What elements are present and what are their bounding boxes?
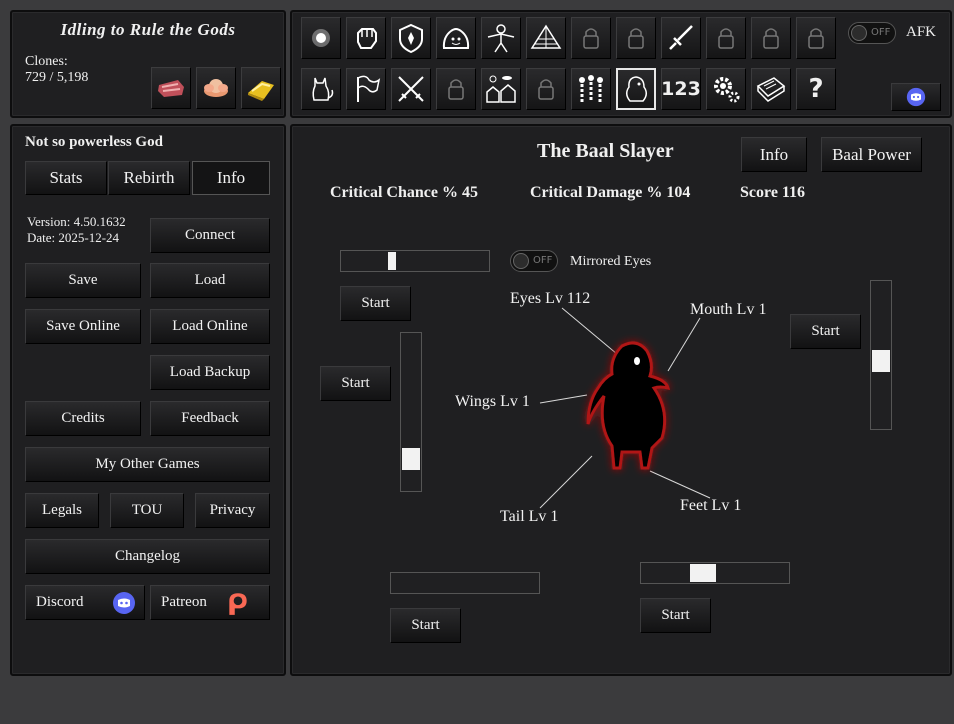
toolbar-sword[interactable] <box>661 17 701 59</box>
changelog-button[interactable]: Changelog <box>25 539 270 574</box>
afk-toggle[interactable]: OFF <box>848 22 896 44</box>
toolbar-light[interactable] <box>301 17 341 59</box>
village-icon <box>486 75 516 103</box>
toolbar-help[interactable]: ? <box>796 68 836 110</box>
load-online-button[interactable]: Load Online <box>150 309 270 344</box>
credits-button[interactable]: Credits <box>25 401 141 436</box>
toolbar-locked-6[interactable] <box>436 68 476 110</box>
toolbar-numbers[interactable]: 123 <box>661 68 701 110</box>
toolbar-locked-4[interactable] <box>751 17 791 59</box>
discord-button[interactable]: Discord <box>25 585 145 620</box>
cat-icon <box>312 77 334 101</box>
gold-item-button[interactable] <box>241 67 281 109</box>
patreon-label: Patreon <box>161 594 207 610</box>
flag-icon <box>357 75 381 102</box>
toolbar-pet[interactable] <box>436 17 476 59</box>
slime-pet-icon <box>442 28 470 49</box>
feet-level-label: Feet Lv 1 <box>680 497 742 514</box>
toolbar-settings[interactable] <box>706 68 746 110</box>
discord-icon <box>113 592 135 614</box>
toolbar-locked-2[interactable] <box>616 17 656 59</box>
baal-creature-icon <box>626 76 647 102</box>
figure-icon <box>487 24 515 53</box>
date-text: Date: 2025-12-24 <box>27 230 120 245</box>
toolbar-locked-1[interactable] <box>571 17 611 59</box>
toolbar-crossed-swords[interactable] <box>391 68 431 110</box>
title-panel: Idling to Rule the Gods Clones: 729 / 5,… <box>10 10 286 118</box>
numbers-icon: 123 <box>661 78 701 100</box>
lotus-icon <box>204 79 228 97</box>
legals-button[interactable]: Legals <box>25 493 99 528</box>
baal-silhouette <box>586 341 671 470</box>
lock-icon <box>808 28 824 49</box>
eyes-level-label: Eyes Lv 112 <box>510 290 591 307</box>
pyramid-icon <box>530 24 562 49</box>
gears-icon <box>714 77 740 103</box>
connect-button[interactable]: Connect <box>150 218 270 253</box>
light-orb-icon <box>312 29 330 47</box>
meat-item-button[interactable] <box>151 67 191 109</box>
patreon-icon <box>229 593 247 615</box>
help-icon: ? <box>808 74 824 104</box>
toolbar-clones[interactable] <box>571 68 611 110</box>
tab-info[interactable]: Info <box>192 161 270 195</box>
toolbar-locked-5[interactable] <box>796 17 836 59</box>
patreon-button[interactable]: Patreon <box>150 585 270 620</box>
tou-button[interactable]: TOU <box>110 493 184 528</box>
lotus-item-button[interactable] <box>196 67 236 109</box>
discord-label: Discord <box>36 594 84 610</box>
lock-icon <box>763 28 779 49</box>
save-online-button[interactable]: Save Online <box>25 309 141 344</box>
lock-icon <box>583 28 599 49</box>
god-title: Not so powerless God <box>25 134 163 150</box>
toolbar-defense[interactable] <box>391 17 431 59</box>
toolbar-pyramid[interactable] <box>526 17 566 59</box>
toolbar-flag[interactable] <box>346 68 386 110</box>
toolbar-village[interactable] <box>481 68 521 110</box>
toolbar-locked-3[interactable] <box>706 17 746 59</box>
mouth-level-label: Mouth Lv 1 <box>690 301 767 318</box>
discord-icon <box>906 87 926 107</box>
tail-level-label: Tail Lv 1 <box>500 508 559 525</box>
baal-creature <box>539 307 711 509</box>
privacy-button[interactable]: Privacy <box>195 493 270 528</box>
baal-panel: The Baal Slayer Info Baal Power Critical… <box>290 124 952 676</box>
afk-toggle-state: OFF <box>871 27 891 38</box>
toolbar-cat[interactable] <box>301 68 341 110</box>
load-backup-button[interactable]: Load Backup <box>150 355 270 390</box>
feedback-button[interactable]: Feedback <box>150 401 270 436</box>
toolbar-panel: OFF AFK 123 ? <box>290 10 952 118</box>
toolbar-book[interactable] <box>751 68 791 110</box>
fist-icon <box>357 28 377 49</box>
meat-icon <box>158 80 184 97</box>
version-text: Version: 4.50.1632 <box>27 214 126 229</box>
lock-icon <box>448 79 464 100</box>
lock-icon <box>628 28 644 49</box>
toolbar-fight[interactable] <box>346 17 386 59</box>
lock-icon <box>718 28 734 49</box>
wings-level-label: Wings Lv 1 <box>455 393 530 410</box>
toolbar-locked-7[interactable] <box>526 68 566 110</box>
gold-icon <box>248 81 274 101</box>
load-button[interactable]: Load <box>150 263 270 298</box>
afk-label: AFK <box>906 24 937 40</box>
app-title: Idling to Rule the Gods <box>60 20 236 39</box>
save-button[interactable]: Save <box>25 263 141 298</box>
tab-rebirth[interactable]: Rebirth <box>108 161 190 195</box>
book-icon <box>756 77 786 102</box>
tab-stats[interactable]: Stats <box>25 161 107 195</box>
other-games-button[interactable]: My Other Games <box>25 447 270 482</box>
crossed-swords-icon <box>398 76 424 102</box>
lock-icon <box>538 79 554 100</box>
sword-icon <box>669 25 693 50</box>
clones-label: Clones: <box>25 54 68 69</box>
people-icon <box>579 75 603 102</box>
toolbar-baal[interactable] <box>616 68 656 110</box>
shield-icon <box>399 23 423 54</box>
god-panel: Not so powerless God Stats Rebirth Info … <box>10 124 286 676</box>
discord-top-button[interactable] <box>891 83 941 111</box>
clones-value: 729 / 5,198 <box>25 70 89 85</box>
afk-toggle-knob <box>851 25 867 41</box>
toolbar-creation[interactable] <box>481 17 521 59</box>
